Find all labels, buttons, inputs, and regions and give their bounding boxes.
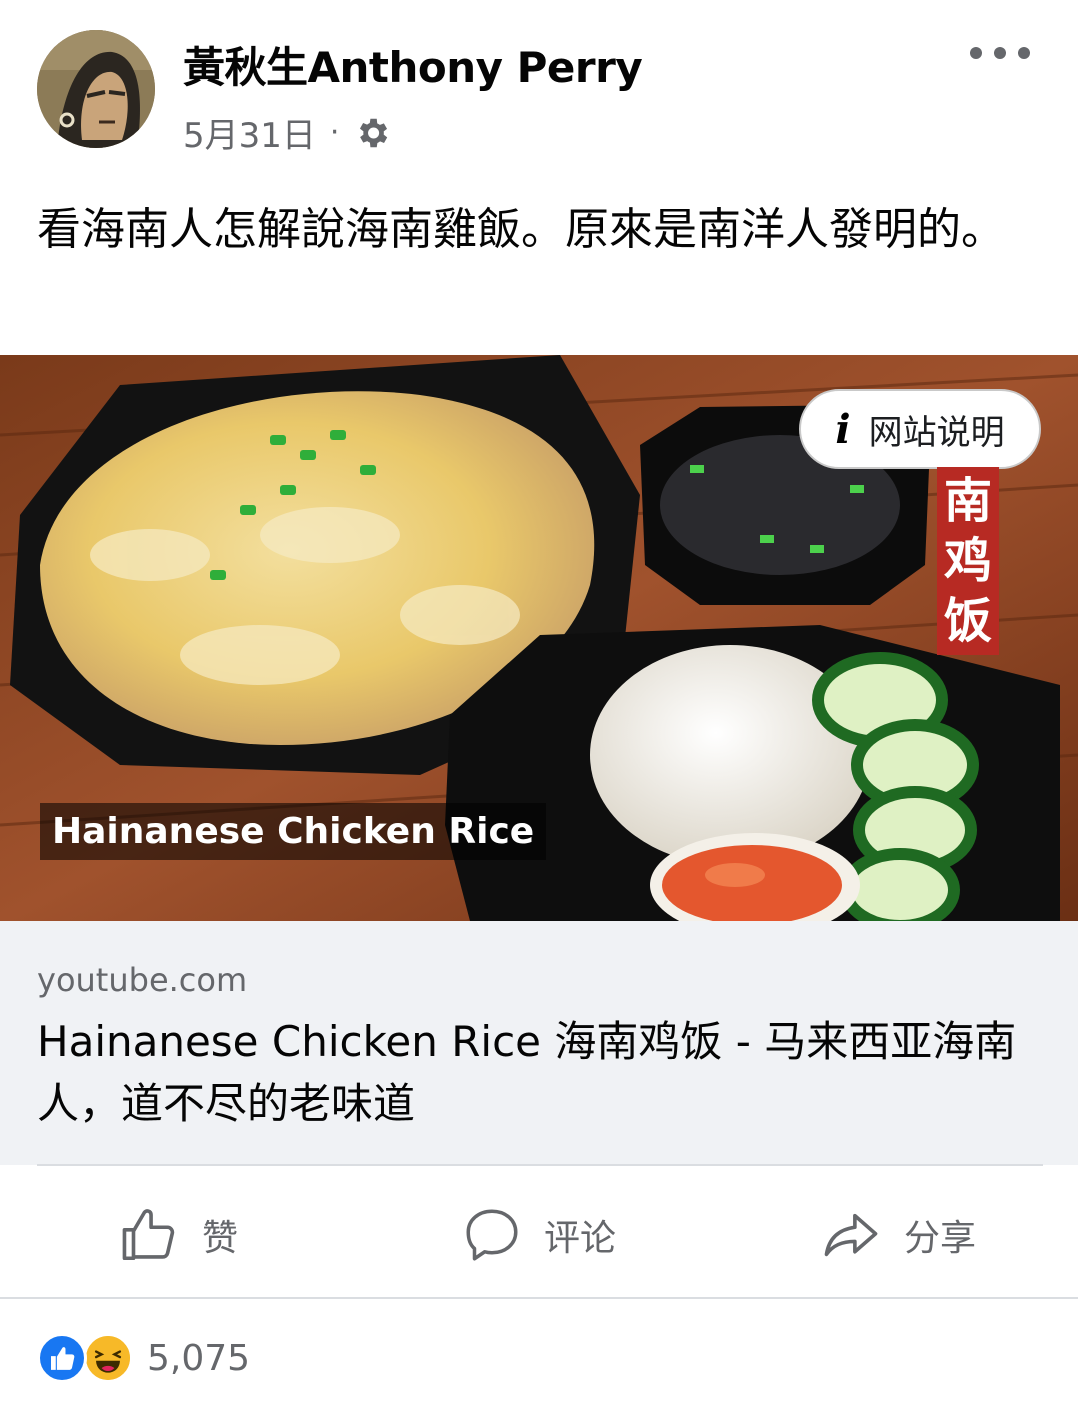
share-button[interactable]: 分享 [820, 1200, 976, 1270]
like-button[interactable]: 赞 [118, 1200, 238, 1270]
comment-button[interactable]: 评论 [462, 1200, 616, 1270]
like-label: 赞 [202, 1218, 239, 1259]
thumbs-up-icon [122, 1209, 175, 1261]
avatar[interactable] [37, 30, 155, 148]
link-domain: youtube.com [37, 961, 248, 999]
facebook-post: 黃秋生Anthony Perry 5月31日 · 看海南人怎解說海南雞飯。原來是… [0, 0, 1078, 1413]
link-info-box[interactable]: youtube.com Hainanese Chicken Rice 海南鸡饭 … [0, 921, 1078, 1165]
video-caption: Hainanese Chicken Rice [40, 803, 547, 860]
banner-char: 鸡 [943, 533, 992, 589]
post-meta: 5月31日 · [183, 108, 391, 157]
more-dot-icon [994, 47, 1006, 59]
link-preview-image[interactable]: i 网站说明 南 鸡 饭 Hainanese Chicken Rice [0, 355, 1078, 921]
comment-icon [466, 1209, 518, 1261]
like-reaction-icon [37, 1333, 87, 1383]
banner-char: 南 [943, 473, 992, 529]
more-dot-icon [1018, 47, 1030, 59]
action-bar: 赞 评论 分享 [0, 1190, 1078, 1280]
divider [37, 1164, 1043, 1166]
author-name[interactable]: 黃秋生Anthony Perry [183, 34, 643, 95]
post-text: 看海南人怎解說海南雞飯。原來是南洋人發明的。 [37, 204, 1005, 255]
banner-char: 饭 [943, 593, 992, 649]
share-label: 分享 [904, 1218, 977, 1259]
haha-reaction-icon [83, 1333, 133, 1383]
meta-separator: · [329, 115, 340, 150]
link-title: Hainanese Chicken Rice 海南鸡饭 - 马来西亚海南人，道不… [37, 1017, 1017, 1128]
chinese-title-banner: 南 鸡 饭 [937, 467, 999, 655]
share-arrow-icon [824, 1213, 878, 1257]
reaction-count: 5,075 [147, 1337, 251, 1379]
divider [0, 1297, 1078, 1299]
post-date[interactable]: 5月31日 [183, 108, 316, 157]
reactions-summary[interactable]: 5,075 [37, 1333, 250, 1383]
website-info-label: 网站说明 [868, 412, 1005, 453]
more-options-button[interactable] [970, 38, 1030, 68]
comment-label: 评论 [544, 1218, 617, 1259]
avatar-image [37, 30, 155, 148]
more-dot-icon [970, 47, 982, 59]
info-icon: i [835, 405, 851, 453]
website-info-button[interactable]: i 网站说明 [799, 389, 1041, 469]
gear-icon [353, 114, 391, 152]
